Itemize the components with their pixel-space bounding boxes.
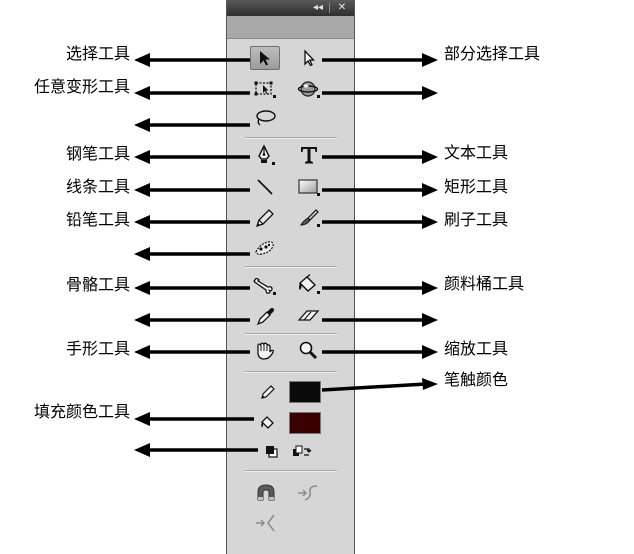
text-t-icon [301, 147, 317, 164]
tools-panel: ◂◂ ✕ [226, 0, 355, 554]
panel-titlebar: ◂◂ ✕ [227, 0, 354, 16]
paint-bucket-icon [298, 274, 320, 294]
label-fill-color: 填充颜色工具 [33, 402, 130, 421]
zoom-tool-button[interactable] [294, 339, 324, 363]
panel-header-strip[interactable] [227, 16, 354, 39]
arrow-pen-tool [134, 150, 250, 164]
deco-spray-icon [255, 241, 274, 255]
lasso-icon [256, 110, 276, 126]
hand-tool-button[interactable] [250, 339, 280, 363]
toolbar-divider [245, 333, 337, 335]
bone-icon [253, 277, 276, 295]
arrow-free-transform-tool [134, 86, 250, 100]
swap-colors-icon [293, 445, 312, 456]
arrow-black-white-colors [134, 443, 258, 457]
pencil-tool-button[interactable] [250, 206, 280, 230]
arrow-eyedropper-tool [134, 313, 250, 327]
close-panel-icon[interactable]: ✕ [335, 1, 349, 15]
smooth-icon [298, 485, 318, 501]
collapse-panel-icon[interactable]: ◂◂ [311, 2, 325, 14]
eraser-icon [297, 310, 320, 321]
line-icon [257, 179, 273, 195]
label-zoom-tool: 缩放工具 [444, 339, 509, 358]
arrow-lasso-tool [134, 118, 250, 132]
arrow-hand-tool [134, 345, 250, 359]
straighten-button[interactable] [251, 511, 281, 535]
free-transform-icon [254, 81, 276, 98]
hand-icon [257, 342, 274, 360]
arrow-brush-tool [322, 215, 438, 229]
3d-rotation-icon [297, 81, 320, 98]
arrow-stroke-color [322, 378, 438, 392]
arrow-text-tool [322, 150, 438, 164]
selection-arrow-icon [260, 51, 270, 66]
fill-color-bucket-icon [257, 411, 279, 435]
deco-tool-button[interactable] [250, 236, 280, 260]
rectangle-icon [298, 179, 320, 196]
pencil-icon [255, 209, 274, 228]
arrow-pencil-tool [134, 215, 250, 229]
arrow-fill-color [134, 412, 254, 426]
arrow-zoom-tool [322, 345, 438, 359]
arrow-paint-bucket-tool [322, 281, 438, 295]
label-selection-tool: 选择工具 [65, 44, 130, 63]
straighten-icon [256, 514, 275, 532]
label-hand-tool: 手形工具 [65, 339, 130, 358]
label-rectangle-tool: 矩形工具 [444, 177, 509, 196]
toolbar-divider [245, 470, 337, 472]
label-pencil-tool: 铅笔工具 [65, 210, 130, 229]
toolbar-divider [245, 137, 337, 139]
3d-rotation-tool-button[interactable] [294, 77, 324, 101]
bone-tool-button[interactable] [250, 273, 280, 297]
titlebar-separator [329, 3, 330, 13]
label-pen-tool: 钢笔工具 [65, 144, 130, 163]
label-brush-tool: 刷子工具 [444, 210, 509, 229]
label-free-transform-tool: 任意变形工具 [33, 77, 130, 96]
selection-tool-button[interactable] [250, 46, 280, 70]
arrow-deco-tool [134, 247, 250, 261]
label-bone-tool: 骨骼工具 [65, 275, 130, 294]
lasso-tool-button[interactable] [250, 106, 280, 130]
label-text-tool: 文本工具 [444, 143, 509, 162]
pen-tool-button[interactable] [250, 143, 280, 167]
subselection-arrow-icon [304, 49, 316, 67]
stroke-color-swatch[interactable] [289, 381, 321, 403]
swap-colors-button[interactable] [289, 441, 315, 463]
label-stroke-color: 笔触颜色 [444, 370, 509, 389]
magnet-icon [257, 484, 275, 501]
arrow-selection-tool [134, 53, 250, 67]
subselection-tool-button[interactable] [294, 46, 324, 70]
arrow-rectangle-tool [322, 183, 438, 197]
label-paint-bucket-tool: 颜料桶工具 [444, 274, 525, 293]
stroke-color-pencil-icon [257, 380, 279, 404]
arrow-line-tool [134, 183, 250, 197]
black-and-white-button[interactable] [261, 441, 283, 463]
rectangle-tool-button[interactable] [294, 175, 324, 199]
smooth-button[interactable] [293, 481, 323, 505]
eyedropper-tool-button[interactable] [250, 304, 280, 328]
magnifier-icon [299, 341, 318, 360]
arrow-subselection-tool [322, 53, 438, 67]
pen-nib-icon [258, 144, 275, 165]
label-line-tool: 线条工具 [65, 177, 130, 196]
arrow-eraser-tool [322, 313, 438, 327]
free-transform-tool-button[interactable] [250, 77, 280, 101]
fill-color-swatch[interactable] [289, 412, 321, 434]
eyedropper-icon [256, 307, 275, 326]
toolbar-divider [245, 371, 337, 373]
line-tool-button[interactable] [250, 175, 280, 199]
toolbar-divider [245, 266, 337, 268]
arrow-bone-tool [134, 281, 250, 295]
snap-to-objects-button[interactable] [251, 481, 281, 505]
brush-tool-button[interactable] [294, 206, 324, 230]
paint-bucket-tool-button[interactable] [294, 273, 324, 297]
default-colors-icon [266, 446, 278, 458]
brush-icon [300, 209, 320, 227]
text-tool-button[interactable] [294, 143, 324, 167]
label-subselection-tool: 部分选择工具 [444, 44, 541, 63]
eraser-tool-button[interactable] [294, 304, 324, 328]
arrow-3d-rotation-tool [322, 86, 438, 100]
